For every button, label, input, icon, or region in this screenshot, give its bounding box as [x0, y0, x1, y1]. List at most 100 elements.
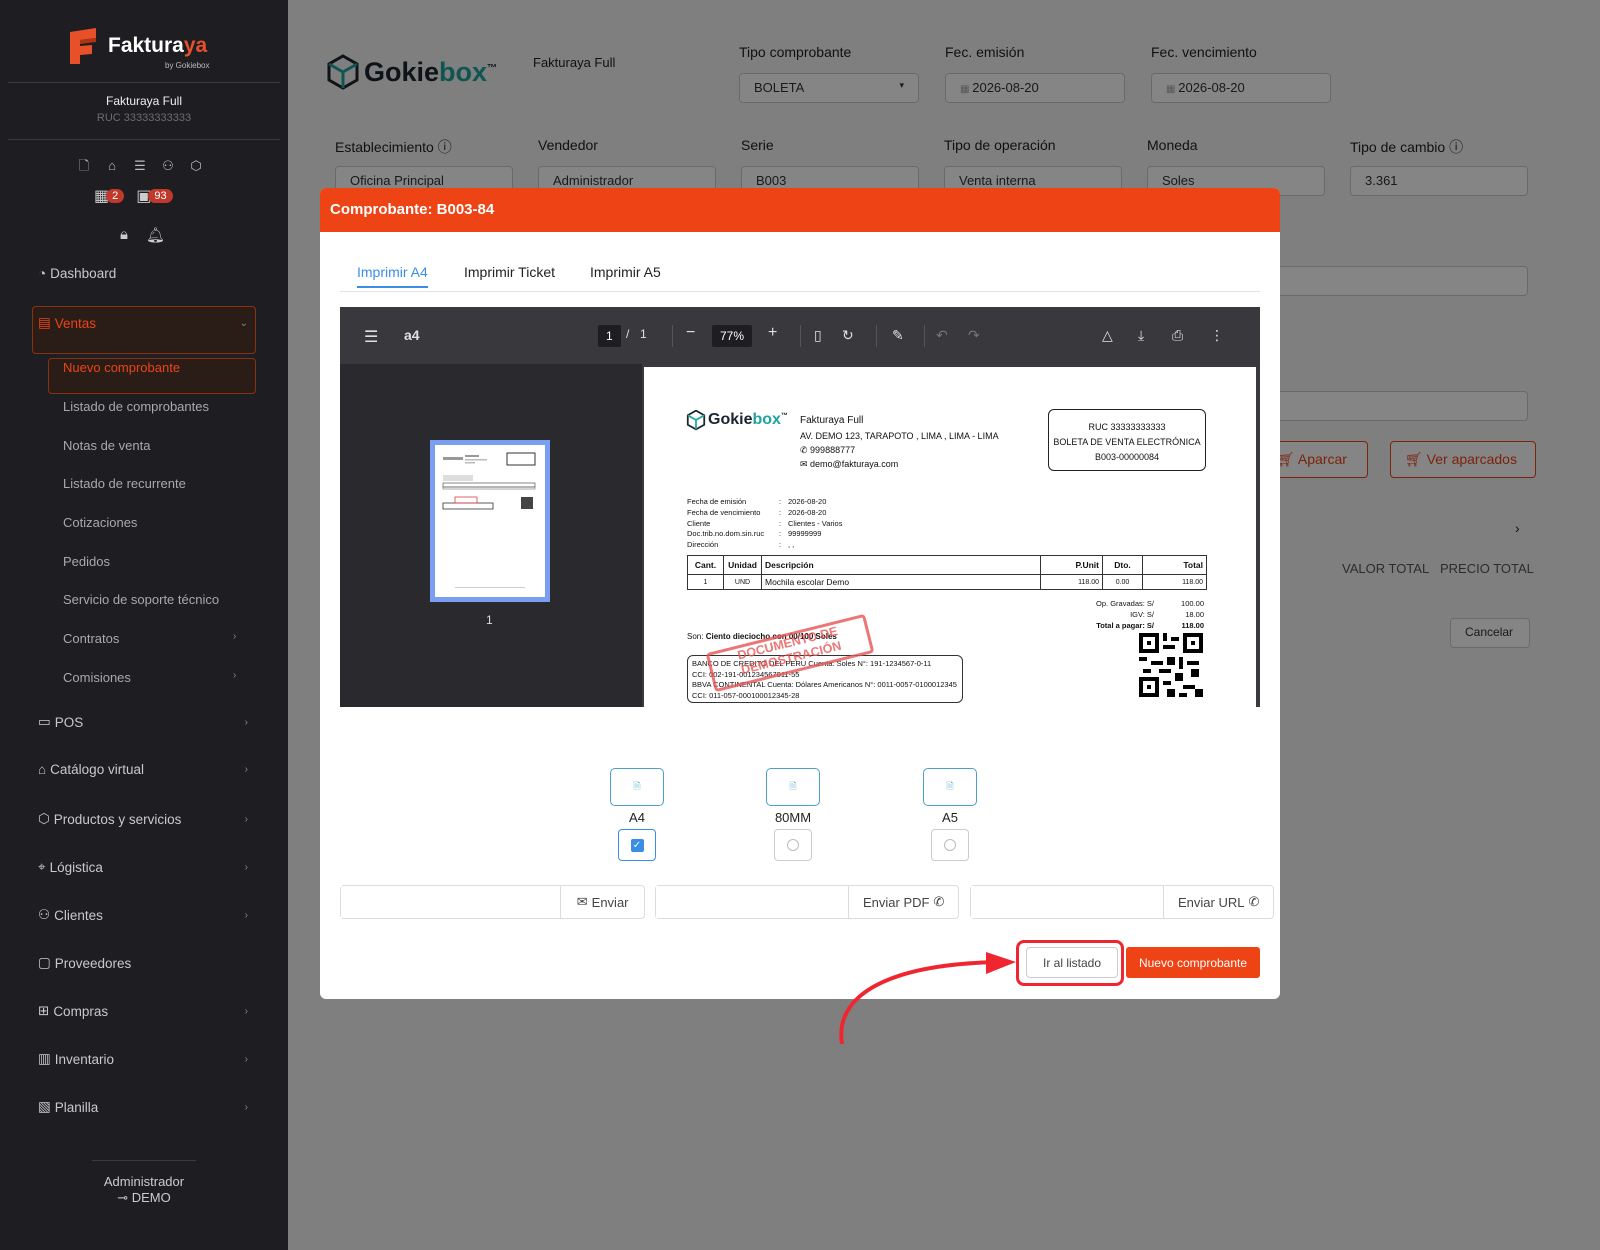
lock-icon[interactable]: 🔒︎	[120, 226, 128, 244]
chevron-right-icon: ›	[233, 631, 237, 642]
format-80mm-radio[interactable]	[774, 829, 812, 861]
doc-items-table: Cant. Unidad Descripción P.Unit Dto. Total 1 UN…	[687, 555, 1207, 590]
subnav-item-notas-de-venta[interactable]: Notas de venta	[63, 438, 150, 453]
sidebar-item-cat-logo-virtual[interactable]: ⌂ Catálogo virtual ›	[38, 762, 248, 777]
mail-icon: ✉	[800, 459, 811, 469]
subnav-item-contratos[interactable]: Contratos ›	[63, 631, 236, 646]
notification-badges: ▦ 2 ▣ 93	[94, 186, 173, 206]
stock-alert[interactable]: ▣ 93	[136, 186, 173, 206]
send-email-button[interactable]: ✉ Enviar	[560, 886, 644, 918]
page-thumbnail[interactable]	[430, 440, 550, 602]
sidebar-item-productos-y-servicios[interactable]: ⬡ Productos y servicios ›	[38, 811, 248, 827]
toolbar-divider	[924, 325, 925, 347]
subnav-item-listado-de-recurrente[interactable]: Listado de recurrente	[63, 476, 186, 491]
chevron-right-icon: ›	[244, 764, 248, 775]
doc-info-cell: Cliente	[687, 518, 711, 528]
doc-info-cell: Fecha de emisión	[687, 497, 747, 506]
whatsapp-icon: ✆	[1248, 894, 1260, 909]
phone-input-pdf[interactable]	[656, 886, 849, 918]
pdf-page: Gokiebox™ Fakturaya Full AV. DEMO 123, T…	[644, 367, 1256, 707]
subnav-item-comisiones[interactable]: Comisiones ›	[63, 670, 236, 685]
subnav-item-servicio-de-soporte-tecnico[interactable]: Servicio de soporte técnico	[63, 592, 219, 607]
add-drive-icon[interactable]: △	[1102, 327, 1113, 344]
pdf-a5-button[interactable]: 🗎︎	[923, 768, 977, 806]
send-pdf-button[interactable]: Enviar PDF ✆	[848, 886, 958, 918]
sidebar-item-pos[interactable]: ▭ POS ›	[38, 714, 248, 730]
doc-table-header: Dto.	[1102, 555, 1143, 575]
more-options-icon[interactable]: ⋮	[1210, 327, 1224, 344]
undo-icon[interactable]: ↶	[936, 327, 948, 344]
list-icon[interactable]: ☰	[132, 158, 148, 174]
zoom-input[interactable]: 77%	[712, 325, 753, 347]
redo-icon[interactable]: ↷	[968, 327, 980, 344]
sidebar-item-l-gistica[interactable]: ⌖ Lógistica ›	[38, 859, 248, 875]
doc-info-cell: 99999999	[788, 529, 822, 539]
calendar-alert[interactable]: ▦ 2	[94, 186, 125, 206]
pdf-80mm-button[interactable]: 🗎︎	[766, 768, 820, 806]
company-ruc: RUC 33333333333	[96, 112, 192, 124]
tab-imprimir-a4[interactable]: Imprimir A4	[357, 264, 428, 288]
subnav-item-pedidos[interactable]: Pedidos	[63, 554, 110, 569]
bell-icon[interactable]: 🔔︎	[146, 226, 165, 244]
send-url-group: Enviar URL ✆	[970, 885, 1274, 919]
sidebar-item-ventas[interactable]: ▤ Ventas ⌄	[38, 315, 248, 331]
rotate-icon[interactable]: ↻	[842, 327, 854, 344]
send-url-button[interactable]: Enviar URL ✆	[1163, 886, 1273, 918]
sidebar-item-proveedores[interactable]: ▢ Proveedores	[38, 955, 248, 971]
toolbar-divider	[672, 325, 673, 347]
box-icon: ⬡	[38, 811, 50, 826]
doc-total-row: Total a pagar: S/118.00	[1044, 620, 1204, 631]
store-icon[interactable]: ⌂	[104, 158, 120, 174]
calendar-badge: 2	[106, 189, 125, 203]
divider	[92, 1160, 196, 1161]
subnav-item-cotizaciones[interactable]: Cotizaciones	[63, 515, 137, 530]
tab-imprimir-ticket[interactable]: Imprimir Ticket	[464, 264, 555, 286]
radio-icon	[787, 839, 799, 851]
comprobante-modal: Comprobante: B003-84 Imprimir A4 Imprimi…	[320, 188, 1280, 999]
fit-page-icon[interactable]: ▯	[814, 327, 822, 344]
sidebar-item-planilla[interactable]: ▧ Planilla ›	[38, 1099, 248, 1115]
document-icon[interactable]: 🗋	[76, 158, 92, 174]
doc-info-row: Cliente: Clientes - Varios	[687, 519, 842, 530]
format-a4-checkbox[interactable]: ✓	[618, 829, 656, 861]
page-input[interactable]: 1	[598, 325, 621, 347]
email-input[interactable]	[341, 886, 561, 918]
tab-imprimir-a5[interactable]: Imprimir A5	[590, 264, 661, 286]
box-icon[interactable]: ⬡	[188, 158, 204, 174]
sidebar-item-dashboard[interactable]: ◔ Dashboard	[38, 266, 248, 281]
thumbnail-page-number: 1	[486, 613, 493, 627]
sidebar-item-inventario[interactable]: ▥ Inventario ›	[38, 1051, 248, 1067]
highlight-annotation	[1016, 940, 1124, 986]
phone-input-url[interactable]	[971, 886, 1164, 918]
doc-email: ✉ demo@fakturaya.com	[800, 459, 899, 469]
subnav-item-nuevo-comprobante[interactable]: Nuevo comprobante	[63, 360, 180, 375]
fakturaya-logo[interactable]: Fakturaya	[66, 26, 207, 66]
doc-total-label: Total a pagar: S/	[1096, 621, 1154, 630]
format-a5-radio[interactable]	[931, 829, 969, 861]
send-pdf-group: Enviar PDF ✆	[655, 885, 959, 919]
sidebar-item-clientes[interactable]: ⚇ Clientes ›	[38, 907, 248, 923]
sidebar-item-label: POS	[54, 714, 84, 730]
menu-icon[interactable]: ☰	[364, 327, 378, 347]
users-icon[interactable]: ⚇	[160, 158, 176, 174]
page-separator: /	[626, 327, 630, 341]
radio-icon	[944, 839, 956, 851]
subnav-item-listado-de-comprobantes[interactable]: Listado de comprobantes	[63, 399, 209, 414]
zoom-in-icon[interactable]: +	[768, 324, 777, 342]
print-icon[interactable]: ⎙	[1172, 327, 1183, 344]
format-label: A4	[629, 810, 645, 825]
zoom-out-icon[interactable]: −	[686, 324, 695, 342]
draw-icon[interactable]: ✎	[892, 327, 904, 344]
gokiebox-logo-icon	[686, 409, 706, 431]
doc-address: AV. DEMO 123, TARAPOTO , LIMA , LIMA - L…	[800, 431, 999, 441]
pdf-a4-button[interactable]: 🗎︎	[610, 768, 664, 806]
doc-info-cell: 2026-08-20	[788, 507, 827, 517]
sidebar-item-compras[interactable]: ⊞ Compras ›	[38, 1003, 248, 1019]
download-icon[interactable]: ⤓	[1138, 327, 1144, 344]
dashboard-icon: ◔	[38, 266, 47, 281]
doc-info-row: Doc.trib.no.dom.sin.ruc:99999999	[687, 529, 842, 540]
quick-icons: 🗋 ⌂ ☰ ⚇ ⬡	[76, 158, 204, 174]
user-role: ⊸ DEMO	[117, 1190, 171, 1205]
sidebar-item-label: Planilla	[54, 1099, 99, 1115]
nuevo-comprobante-button[interactable]: Nuevo comprobante	[1126, 947, 1260, 978]
